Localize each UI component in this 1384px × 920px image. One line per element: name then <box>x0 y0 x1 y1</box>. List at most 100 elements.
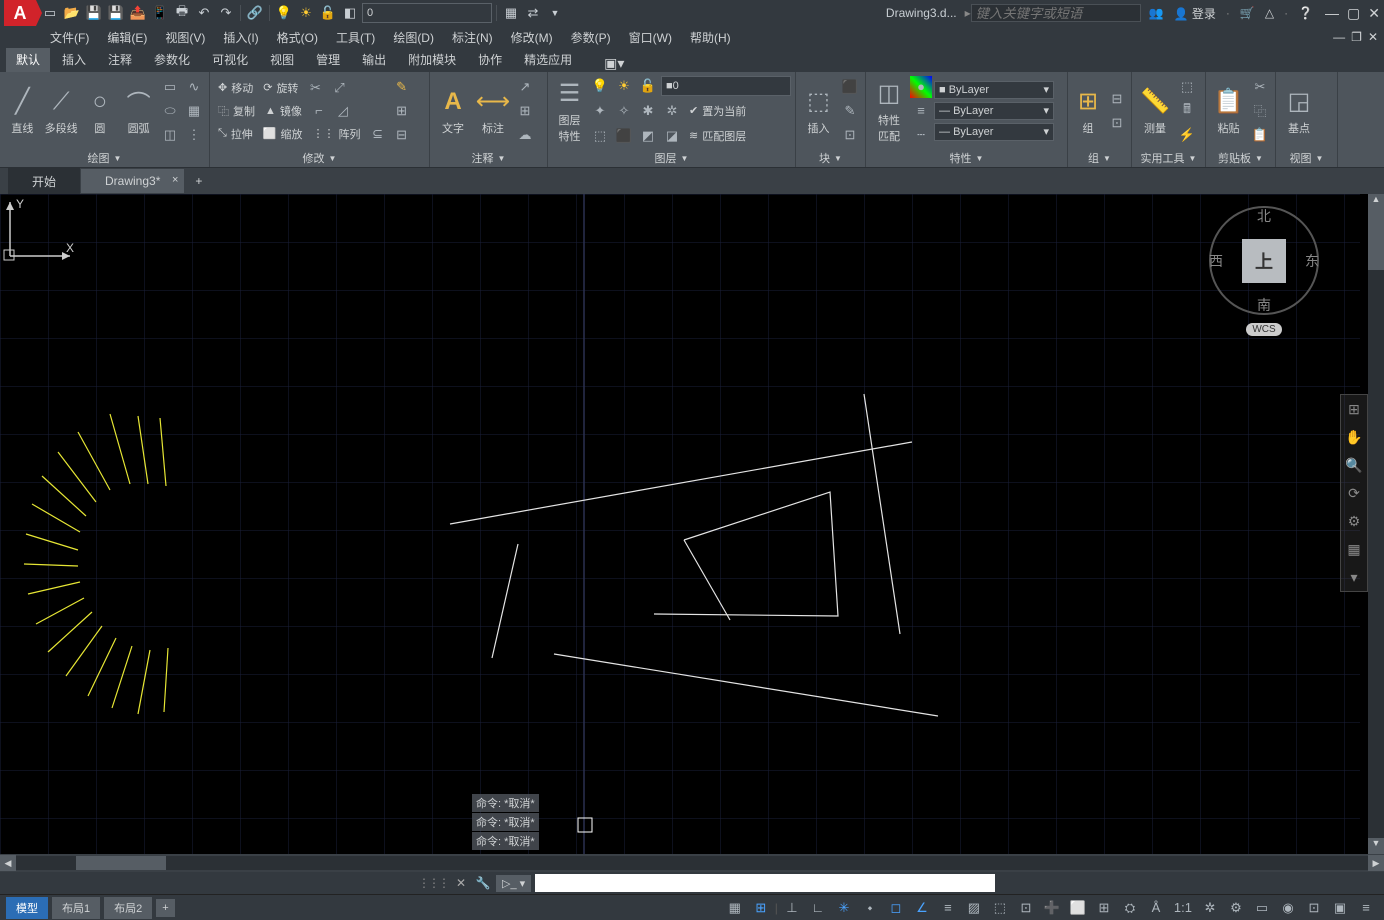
layer-i3[interactable]: ✱ <box>637 100 659 122</box>
save-icon[interactable]: 💾 <box>84 3 104 23</box>
mdi-restore[interactable]: ❐ <box>1351 30 1362 44</box>
transparency-icon[interactable]: ▨ <box>962 897 986 919</box>
hatch-icon[interactable]: ▦ <box>183 100 205 122</box>
tab-collab[interactable]: 协作 <box>468 47 512 72</box>
text-button[interactable]: A文字 <box>434 86 472 136</box>
tab-layout2[interactable]: 布局2 <box>104 897 152 919</box>
layer-color-icon[interactable]: ◧ <box>340 3 360 23</box>
customize-icon[interactable]: ≡ <box>1354 897 1378 919</box>
viewcube-north[interactable]: 北 <box>1257 206 1271 226</box>
select-icon[interactable]: ⬚ <box>1176 76 1198 98</box>
tab-add-layout[interactable]: + <box>156 899 174 917</box>
web-icon[interactable]: 📤 <box>128 3 148 23</box>
tab-start[interactable]: 开始 <box>8 168 81 195</box>
move-button[interactable]: ✥ 移动 <box>214 77 257 99</box>
lock-icon[interactable]: 🔓 <box>318 3 338 23</box>
viewcube-south[interactable]: 南 <box>1257 295 1271 315</box>
tab-manage[interactable]: 管理 <box>306 47 350 72</box>
search-input[interactable] <box>971 4 1141 22</box>
tab-parametric[interactable]: 参数化 <box>144 47 200 72</box>
qat-share2-icon[interactable]: ⇄ <box>523 3 543 23</box>
plot-icon[interactable]: 🖶 <box>172 3 192 23</box>
ortho-icon[interactable]: ∟ <box>806 897 830 919</box>
group-edit-icon[interactable]: ⊡ <box>1106 112 1128 134</box>
scale-label[interactable]: 1:1 <box>1170 897 1196 919</box>
menu-param[interactable]: 参数(P) <box>571 29 611 46</box>
insert-block-button[interactable]: ⬚插入 <box>800 86 837 136</box>
close-tab-icon[interactable]: × <box>172 174 178 186</box>
polar-icon[interactable]: ✳ <box>832 897 856 919</box>
cut-icon[interactable]: ✂ <box>1249 76 1271 98</box>
osnap-icon[interactable]: ◻ <box>884 897 908 919</box>
selection-filter-icon[interactable]: ⊞ <box>1092 897 1116 919</box>
mdi-minimize[interactable]: — <box>1333 30 1345 44</box>
saveas-icon[interactable]: 💾 <box>106 3 126 23</box>
polyline-button[interactable]: ⟋多段线 <box>43 86 80 136</box>
units-icon[interactable]: ▭ <box>1250 897 1274 919</box>
ellipse-icon[interactable]: ⬭ <box>159 100 181 122</box>
menu-draw[interactable]: 绘图(D) <box>393 29 434 46</box>
annoscale-icon[interactable]: Å <box>1144 897 1168 919</box>
trim-icon[interactable]: ✂ <box>304 77 326 99</box>
layer-i4[interactable]: ✲ <box>661 100 683 122</box>
otrack-icon[interactable]: ∠ <box>910 897 934 919</box>
new-icon[interactable]: ▭ <box>40 3 60 23</box>
nav-wheel-icon[interactable]: ⚙ <box>1341 507 1367 535</box>
mobile-icon[interactable]: 📱 <box>150 3 170 23</box>
layer-i5[interactable]: ⬚ <box>589 125 611 147</box>
linetype-dropdown[interactable]: — ByLayer▾ <box>934 123 1054 141</box>
set-current-button[interactable]: ✔ 置为当前 <box>685 100 750 122</box>
circle-button[interactable]: ○圆 <box>82 86 119 136</box>
cycle-icon[interactable]: ⬚ <box>988 897 1012 919</box>
scale-button[interactable]: ⬜ 缩放 <box>259 123 307 145</box>
app-icon[interactable]: △ <box>1265 6 1274 20</box>
tab-layout1[interactable]: 布局1 <box>52 897 100 919</box>
menu-insert[interactable]: 插入(I) <box>223 29 258 46</box>
lineweight-dropdown[interactable]: — ByLayer▾ <box>934 102 1054 120</box>
menu-view[interactable]: 视图(V) <box>165 29 205 46</box>
copy-clip-icon[interactable]: ⿻ <box>1249 100 1271 122</box>
leader-icon[interactable]: ↗ <box>514 76 536 98</box>
nav-pan-icon[interactable]: ✋ <box>1341 423 1367 451</box>
nav-full-icon[interactable]: ⊞ <box>1341 395 1367 423</box>
layer-freeze-icon[interactable]: ☀ <box>613 75 635 97</box>
layer-i7[interactable]: ◩ <box>637 125 659 147</box>
user-icon[interactable]: 👤 登录 <box>1174 5 1216 22</box>
layer-dropdown[interactable]: ■ 0 <box>661 76 791 96</box>
redo-icon[interactable]: ↷ <box>216 3 236 23</box>
ribbon-help-icon[interactable]: ▣▾ <box>604 55 624 72</box>
hscrollbar[interactable]: ◀ ▶ <box>0 854 1384 872</box>
block-edit-icon[interactable]: ✎ <box>839 100 861 122</box>
tab-featured[interactable]: 精选应用 <box>514 47 582 72</box>
cloud-icon[interactable]: ☁ <box>514 124 536 146</box>
viewcube-east[interactable]: 东 <box>1305 251 1319 271</box>
bulb-icon[interactable]: ☀ <box>296 3 316 23</box>
help-icon[interactable]: ❔ <box>1298 6 1313 20</box>
share-icon[interactable]: 🔗 <box>245 3 265 23</box>
viewcube-west[interactable]: 西 <box>1209 251 1223 271</box>
match-layer-button[interactable]: ≋ 匹配图层 <box>685 125 750 147</box>
layer-lock-icon[interactable]: 🔓 <box>637 75 659 97</box>
basepoint-button[interactable]: ◲基点 <box>1280 86 1318 136</box>
connect-icon[interactable]: 👥 <box>1149 6 1164 20</box>
table-icon[interactable]: ⊞ <box>514 100 536 122</box>
array-button[interactable]: ⋮⋮ 阵列 <box>309 123 365 145</box>
menu-edit[interactable]: 编辑(E) <box>107 29 147 46</box>
viewcube[interactable]: 北 南 西 东 上 WCS <box>1204 206 1324 336</box>
lineweight-toggle-icon[interactable]: ≡ <box>936 897 960 919</box>
nav-orbit-icon[interactable]: ⟳ <box>1341 479 1367 507</box>
cmdline-grip[interactable]: ⋮⋮⋮ <box>418 876 448 890</box>
undo-icon[interactable]: ↶ <box>194 3 214 23</box>
annovis-icon[interactable]: ✲ <box>1198 897 1222 919</box>
tab-add[interactable]: + <box>185 169 213 193</box>
wcs-label[interactable]: WCS <box>1246 323 1281 336</box>
color-dropdown[interactable]: ■ ByLayer▾ <box>934 81 1054 99</box>
join-icon[interactable]: ⊟ <box>391 124 413 146</box>
bulb-on-icon[interactable]: 💡 <box>274 3 294 23</box>
lineweight-icon[interactable]: ≡ <box>910 100 932 122</box>
spline-icon[interactable]: ∿ <box>183 76 205 98</box>
minimize-button[interactable]: — <box>1325 5 1339 22</box>
open-icon[interactable]: 📂 <box>62 3 82 23</box>
fillet-icon[interactable]: ⌐ <box>308 100 330 122</box>
drawing-canvas[interactable]: X Y 北 南 西 东 上 WCS ⊞ ✋ 🔍 ⟳ ⚙ ▦ ▾ 命令: *取消*… <box>0 194 1384 854</box>
